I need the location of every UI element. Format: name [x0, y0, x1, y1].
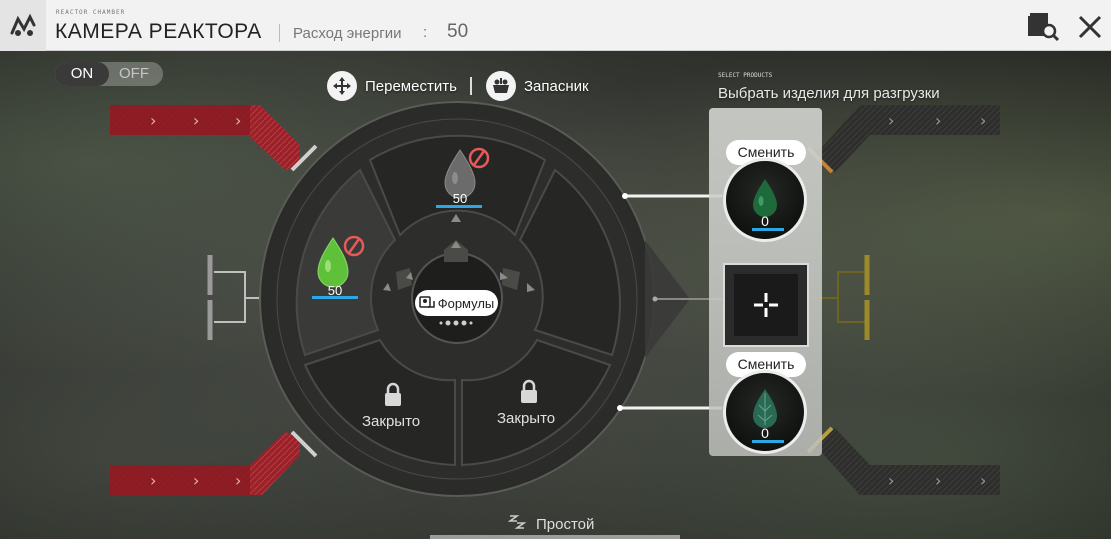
formula-icon — [418, 295, 435, 312]
svg-text:›: › — [980, 471, 986, 490]
locked-cell-label: Закрыто — [362, 413, 421, 430]
input-conveyor-top: › › › — [110, 105, 318, 172]
toggle-off-label: OFF — [119, 65, 149, 82]
energy-value: 50 — [447, 21, 469, 42]
output-conveyor-bottom: › › › — [806, 426, 1000, 495]
output-slot-bottom[interactable]: 0 — [723, 370, 807, 454]
plus-icon — [734, 274, 798, 336]
input-conveyor-bottom: › › › — [110, 430, 318, 495]
spare-label: Запасник — [524, 77, 589, 95]
logo-icon[interactable] — [0, 0, 46, 51]
move-icon — [327, 71, 357, 101]
unload-caption: SELECT PRODUCTS — [718, 72, 773, 79]
top-slot-value: 50 — [452, 191, 468, 206]
header-bar: REACTOR CHAMBER КАМЕРА РЕАКТОРА Расход э… — [0, 0, 1111, 51]
output-slot-value: 0 — [761, 425, 769, 441]
output-slot-value: 0 — [761, 213, 769, 229]
bottom-scrollbar[interactable] — [430, 535, 680, 539]
output-slot-bar — [752, 228, 784, 231]
svg-text:›: › — [935, 111, 941, 130]
output-slot-top[interactable]: 0 — [723, 158, 807, 242]
svg-text:›: › — [980, 111, 986, 130]
add-output-slot[interactable] — [723, 263, 809, 347]
title-caption: REACTOR CHAMBER — [56, 9, 126, 16]
svg-text:›: › — [235, 471, 241, 490]
status-indicator: Простой — [507, 514, 595, 534]
svg-text:›: › — [193, 111, 199, 130]
energy-colon: : — [423, 24, 428, 41]
svg-text:›: › — [888, 111, 894, 130]
search-document-icon[interactable] — [1025, 12, 1061, 42]
energy-label: Расход энергии — [293, 25, 402, 42]
on-off-toggle[interactable]: ON OFF — [55, 62, 163, 86]
spare-icon — [486, 71, 516, 101]
toggle-on-label: ON — [55, 62, 109, 86]
output-slot-bar — [752, 440, 784, 443]
svg-text:›: › — [150, 471, 156, 490]
status-label: Простой — [536, 515, 595, 533]
spare-button[interactable]: Запасник — [486, 71, 589, 101]
page-title: КАМЕРА РЕАКТОРА — [55, 20, 262, 43]
move-button[interactable]: Переместить — [327, 71, 457, 101]
left-slot-value: 50 — [327, 283, 343, 298]
toolbar-divider — [470, 77, 472, 95]
unload-title: Выбрать изделия для разгрузки — [718, 85, 940, 102]
close-icon[interactable] — [1077, 14, 1103, 40]
formulas-label: Формулы — [437, 295, 495, 311]
svg-text:›: › — [193, 471, 199, 490]
locked-cell-label: Закрыто — [497, 410, 556, 427]
header-divider — [279, 24, 280, 42]
formulas-button[interactable]: Формулы — [415, 290, 498, 316]
status-icon — [507, 514, 528, 534]
svg-text:›: › — [935, 471, 941, 490]
output-conveyor-top: › › › — [806, 105, 1000, 174]
svg-text:›: › — [888, 471, 894, 490]
left-connector — [207, 255, 266, 340]
move-label: Переместить — [365, 77, 457, 95]
svg-text:›: › — [235, 111, 241, 130]
svg-text:›: › — [150, 111, 156, 130]
